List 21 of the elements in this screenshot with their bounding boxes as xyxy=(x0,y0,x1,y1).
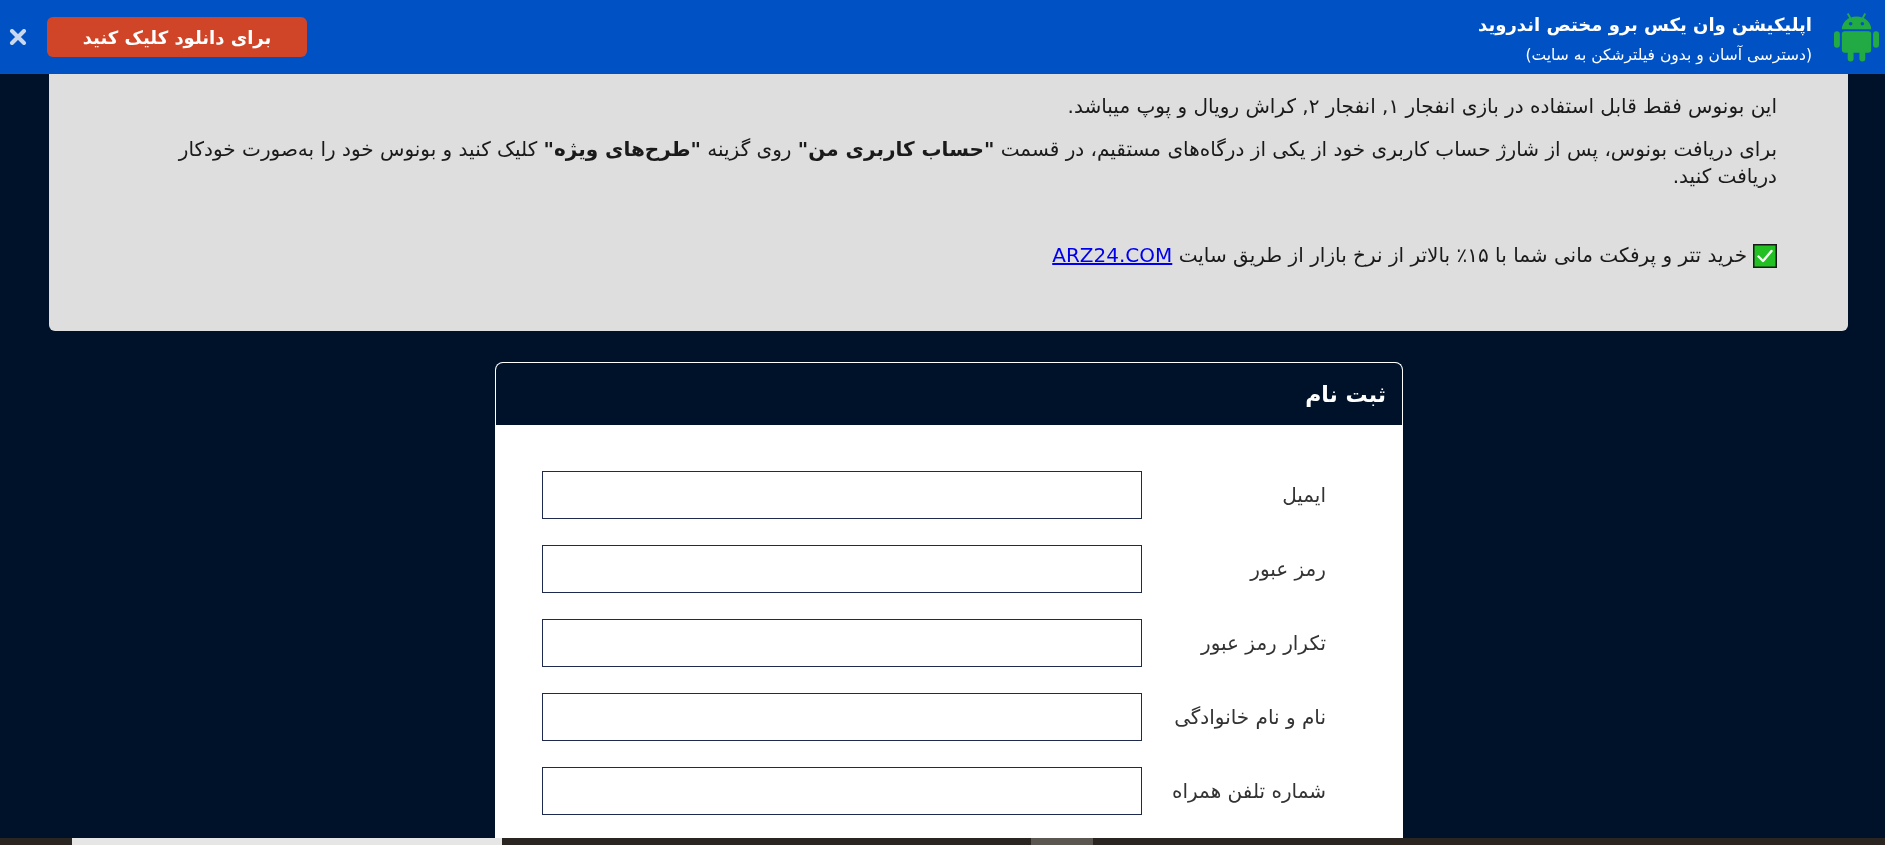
field-label: شماره تلفن همراه xyxy=(1171,778,1326,805)
close-icon[interactable] xyxy=(9,29,27,45)
input-field[interactable] xyxy=(542,767,1142,815)
field-label: ایمیل xyxy=(1281,482,1326,509)
field-label: تکرار رمز عبور xyxy=(1199,630,1326,657)
field-label: نام و نام خانوادگی xyxy=(1173,704,1326,731)
android-robot-icon xyxy=(1834,12,1879,62)
strip-segment xyxy=(1031,838,1093,845)
banner-subtitle: (دسترسی آسان و بدون فیلترشکن به سایت) xyxy=(1524,45,1812,65)
check-mark-icon xyxy=(1753,243,1777,268)
download-button[interactable]: برای دانلود کلیک کنید xyxy=(47,17,307,57)
input-field[interactable] xyxy=(542,471,1142,519)
field-label: رمز عبور xyxy=(1248,556,1326,583)
input-field[interactable] xyxy=(542,545,1142,593)
site-link[interactable]: ARZ24.COM xyxy=(1052,243,1173,267)
notice-paragraph: برای دریافت بونوس، پس از شارژ حساب کاربری خود از یکی از درگاه‌های مستقیم، در قسمت "حساب کاربری من" روی گزینه "طرح‌های ویژه" کلیک کنید و بونوس خود را به‌صورت خودکار دریافت کنید. xyxy=(177,136,1777,190)
input-field[interactable] xyxy=(542,619,1142,667)
notice-paragraph: این بونوس فقط قابل استفاده در بازی انفجار ۱, انفجار ۲, کراش رویال و پوپ میباشد. xyxy=(1066,93,1777,120)
card-title: ثبت نام xyxy=(1305,380,1386,409)
input-field[interactable] xyxy=(542,693,1142,741)
banner-title: اپلیکیشن وان یکس برو مختص اندروید xyxy=(1478,13,1812,37)
